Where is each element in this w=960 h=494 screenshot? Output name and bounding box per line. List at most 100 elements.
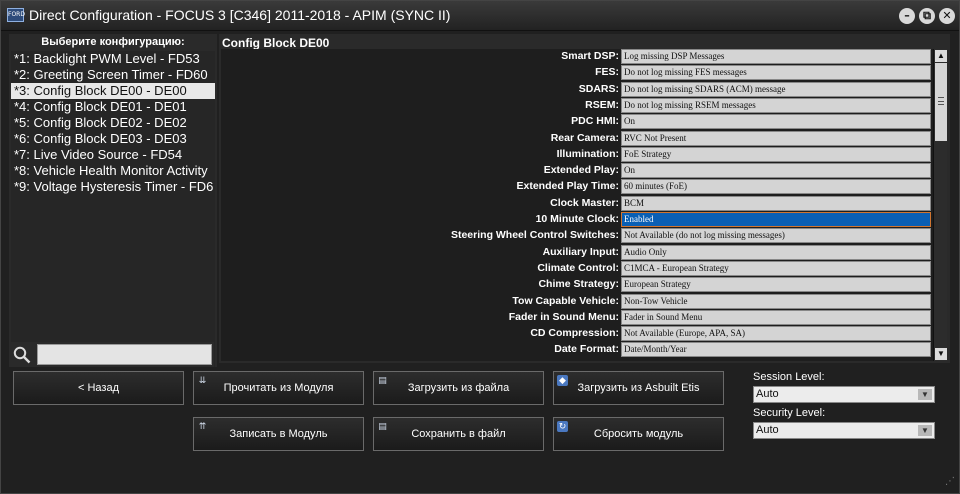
reset-module-button[interactable]: ↻ Сбросить модуль [553, 417, 724, 451]
security-level-select[interactable]: Auto ▼ [753, 422, 935, 439]
grip-icon [938, 97, 944, 105]
param-row: RSEM: Do not log missing RSEM messages [221, 97, 933, 114]
session-level-label: Session Level: [753, 371, 825, 383]
param-label: RSEM: [585, 98, 619, 111]
search-icon[interactable] [13, 346, 31, 364]
param-value-select[interactable]: RVC Not Present [621, 130, 931, 146]
scroll-up-icon[interactable]: ▲ [935, 50, 947, 62]
param-value-select[interactable]: Log missing DSP Messages [621, 49, 931, 64]
param-value-select[interactable]: C1MCA - European Strategy [621, 260, 931, 276]
load-file-icon: ▤ [378, 375, 387, 385]
param-value-select[interactable]: Do not log missing SDARS (ACM) message [621, 81, 931, 97]
save-file-label: Сохранить в файл [411, 428, 506, 440]
param-label: PDC HMI: [571, 115, 619, 128]
config-list-item[interactable]: *7: Live Video Source - FD54 [11, 147, 215, 163]
resize-grip-icon[interactable]: ⋰ [941, 475, 955, 489]
param-row: CD Compression: Not Available (Europe, AP… [221, 326, 933, 342]
reset-icon: ↻ [557, 421, 568, 432]
config-list-item[interactable]: *1: Backlight PWM Level - FD53 [11, 51, 215, 67]
param-value-select[interactable]: European Strategy [621, 277, 931, 293]
minimize-icon[interactable]: – [899, 8, 915, 24]
load-file-button[interactable]: ▤ Загрузить из файла [373, 371, 544, 405]
param-label: Chime Strategy: [538, 278, 619, 291]
param-label: Extended Play: [543, 164, 619, 177]
param-row: 10 Minute Clock: Enabled [221, 212, 933, 228]
back-button[interactable]: < Назад [13, 371, 184, 405]
scroll-down-icon[interactable]: ▼ [935, 348, 947, 360]
session-level-select[interactable]: Auto ▼ [753, 386, 935, 403]
config-list-item[interactable]: *9: Voltage Hysteresis Timer - FD6 [11, 179, 215, 195]
param-label: Clock Master: [550, 196, 619, 209]
config-list-item[interactable]: *8: Vehicle Health Monitor Activity [11, 163, 215, 179]
close-icon[interactable]: ✕ [939, 8, 955, 24]
param-value-select[interactable]: BCM [621, 195, 931, 211]
read-module-label: Прочитать из Модуля [223, 382, 334, 394]
config-list-item[interactable]: *4: Config Block DE01 - DE01 [11, 99, 215, 115]
dropdown-arrow-icon[interactable]: ▼ [918, 389, 932, 400]
dropdown-arrow-icon[interactable]: ▼ [918, 425, 932, 436]
param-row: Rear Camera: RVC Not Present [221, 130, 933, 147]
save-file-button[interactable]: ▤ Сохранить в файл [373, 417, 544, 451]
param-value-select[interactable]: 60 minutes (FoE) [621, 179, 931, 195]
search-input[interactable] [37, 344, 212, 365]
param-value-select[interactable]: Date/Month/Year [621, 342, 931, 358]
param-value-select[interactable]: Do not log missing RSEM messages [621, 97, 931, 113]
config-list[interactable]: *1: Backlight PWM Level - FD53 *2: Greet… [11, 51, 215, 371]
app-logo-icon: FORD [7, 8, 25, 22]
param-row: Chime Strategy: European Strategy [221, 277, 933, 293]
config-list-item[interactable]: *5: Config Block DE02 - DE02 [11, 115, 215, 131]
param-row: SDARS: Do not log missing SDARS (ACM) mes… [221, 81, 933, 98]
scroll-thumb[interactable] [935, 63, 947, 141]
load-file-label: Загрузить из файла [407, 382, 510, 394]
param-label: Smart DSP: [561, 50, 619, 62]
vertical-scrollbar[interactable]: ▲ ▼ [933, 49, 947, 361]
param-label: Extended Play Time: [516, 180, 619, 193]
load-asbuilt-label: Загрузить из Asbuilt Etis [577, 382, 700, 394]
action-bar: < Назад ⇊ Прочитать из Модуля ▤ Загрузит… [5, 367, 955, 463]
read-module-button[interactable]: ⇊ Прочитать из Модуля [193, 371, 364, 405]
config-list-item[interactable]: *6: Config Block DE03 - DE03 [11, 131, 215, 147]
param-label: Rear Camera: [550, 131, 619, 144]
param-value-select[interactable]: On [621, 114, 931, 130]
window-title: Direct Configuration - FOCUS 3 [C346] 20… [29, 7, 451, 23]
param-label: FES: [595, 66, 619, 79]
param-row: Tow Capable Vehicle: Non-Tow Vehicle [221, 293, 933, 310]
main-window: FORD Direct Configuration - FOCUS 3 [C34… [0, 0, 960, 494]
param-value-select[interactable]: Not Available (Europe, APA, SA) [621, 326, 931, 342]
param-value-select-active[interactable]: Enabled [621, 212, 931, 227]
write-icon: ⇈ [198, 421, 207, 431]
restore-icon[interactable]: ⧉ [919, 8, 935, 24]
reset-module-label: Сбросить модуль [593, 428, 684, 440]
param-row: Extended Play Time: 60 minutes (FoE) [221, 179, 933, 195]
config-list-item[interactable]: *2: Greeting Screen Timer - FD60 [11, 67, 215, 83]
param-value-select[interactable]: Fader in Sound Menu [621, 309, 931, 325]
param-label: Auxiliary Input: [542, 245, 619, 258]
param-row: Climate Control: C1MCA - European Strateg… [221, 260, 933, 277]
param-label: Steering Wheel Control Switches: [450, 229, 619, 242]
param-label: Date Format: [554, 343, 619, 356]
save-file-icon: ▤ [378, 421, 387, 431]
block-title: Config Block DE00 [222, 36, 330, 50]
param-value-select[interactable]: Audio Only [621, 244, 931, 260]
param-label: Tow Capable Vehicle: [512, 294, 619, 307]
config-list-item-selected[interactable]: *3: Config Block DE00 - DE00 [11, 83, 215, 99]
param-row: PDC HMI: On [221, 114, 933, 130]
param-value-select[interactable]: Non-Tow Vehicle [621, 293, 931, 309]
param-value-select[interactable]: Do not log missing FES messages [621, 65, 931, 81]
config-list-header: Выберите конфигурацию: [41, 36, 185, 48]
parameter-grid: Smart DSP: Log missing DSP Messages FES: D… [221, 49, 933, 361]
param-row: Clock Master: BCM [221, 195, 933, 212]
config-sidebar: Выберите конфигурацию: *1: Backlight PWM… [9, 34, 217, 371]
param-value-select[interactable]: Not Available (do not log missing messag… [621, 228, 931, 244]
param-row: Extended Play: On [221, 163, 933, 179]
write-module-button[interactable]: ⇈ Записать в Модуль [193, 417, 364, 451]
param-label: 10 Minute Clock: [535, 213, 619, 225]
param-value-select[interactable]: FoE Strategy [621, 146, 931, 162]
write-module-label: Записать в Модуль [229, 428, 328, 440]
security-level-label: Security Level: [753, 407, 826, 419]
title-bar[interactable]: FORD Direct Configuration - FOCUS 3 [C34… [1, 1, 959, 31]
security-level-value: Auto [756, 424, 779, 436]
param-value-select[interactable]: On [621, 163, 931, 179]
load-asbuilt-button[interactable]: ◆ Загрузить из Asbuilt Etis [553, 371, 724, 405]
read-icon: ⇊ [198, 375, 207, 385]
